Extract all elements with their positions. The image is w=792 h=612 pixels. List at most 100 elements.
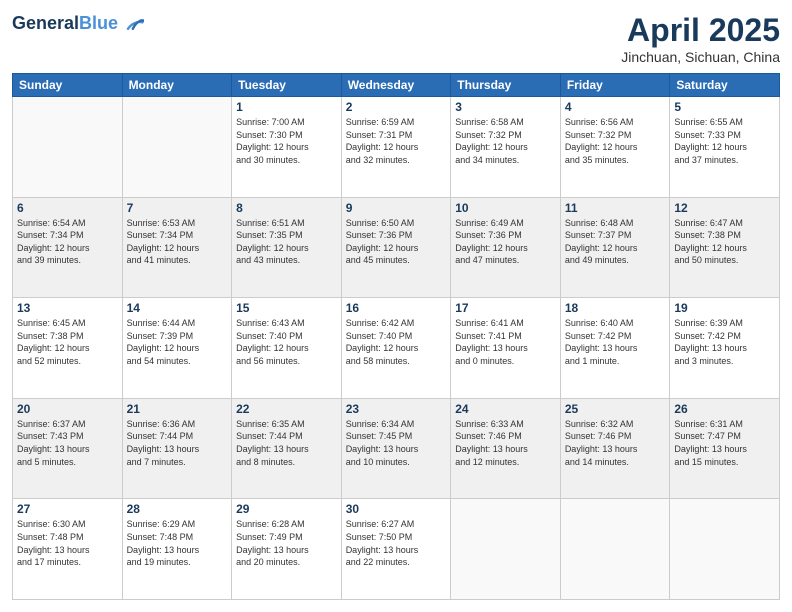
day-number: 21 [127, 402, 228, 416]
day-number: 20 [17, 402, 118, 416]
calendar-cell: 5 Sunrise: 6:55 AM Sunset: 7:33 PM Daylig… [670, 97, 780, 198]
location-subtitle: Jinchuan, Sichuan, China [621, 49, 780, 65]
calendar-cell: 3 Sunrise: 6:58 AM Sunset: 7:32 PM Daylig… [451, 97, 561, 198]
weekday-header: Friday [560, 74, 670, 97]
calendar-cell: 28 Sunrise: 6:29 AM Sunset: 7:48 PM Dayli… [122, 499, 232, 600]
day-info: Sunrise: 6:27 AM Sunset: 7:50 PM Dayligh… [346, 518, 447, 568]
calendar-cell: 8 Sunrise: 6:51 AM Sunset: 7:35 PM Daylig… [232, 197, 342, 298]
day-info: Sunrise: 6:56 AM Sunset: 7:32 PM Dayligh… [565, 116, 666, 166]
weekday-header: Tuesday [232, 74, 342, 97]
day-number: 23 [346, 402, 447, 416]
day-number: 5 [674, 100, 775, 114]
logo: GeneralBlue [12, 12, 144, 36]
day-number: 25 [565, 402, 666, 416]
calendar-cell: 21 Sunrise: 6:36 AM Sunset: 7:44 PM Dayli… [122, 398, 232, 499]
day-number: 17 [455, 301, 556, 315]
day-number: 13 [17, 301, 118, 315]
day-number: 16 [346, 301, 447, 315]
day-number: 27 [17, 502, 118, 516]
calendar-page: GeneralBlue April 2025 Jinchuan, Sichuan… [0, 0, 792, 612]
day-number: 11 [565, 201, 666, 215]
calendar-cell: 23 Sunrise: 6:34 AM Sunset: 7:45 PM Dayli… [341, 398, 451, 499]
day-info: Sunrise: 6:54 AM Sunset: 7:34 PM Dayligh… [17, 217, 118, 267]
day-info: Sunrise: 6:33 AM Sunset: 7:46 PM Dayligh… [455, 418, 556, 468]
day-info: Sunrise: 6:41 AM Sunset: 7:41 PM Dayligh… [455, 317, 556, 367]
day-info: Sunrise: 6:59 AM Sunset: 7:31 PM Dayligh… [346, 116, 447, 166]
calendar-cell: 26Sunrise: 6:31 AM Sunset: 7:47 PM Dayli… [670, 398, 780, 499]
calendar-week-row: 6Sunrise: 6:54 AM Sunset: 7:34 PM Daylig… [13, 197, 780, 298]
day-info: Sunrise: 6:58 AM Sunset: 7:32 PM Dayligh… [455, 116, 556, 166]
calendar-cell: 24 Sunrise: 6:33 AM Sunset: 7:46 PM Dayli… [451, 398, 561, 499]
day-number: 7 [127, 201, 228, 215]
day-info: Sunrise: 6:49 AM Sunset: 7:36 PM Dayligh… [455, 217, 556, 267]
day-number: 30 [346, 502, 447, 516]
calendar-cell: 22Sunrise: 6:35 AM Sunset: 7:44 PM Dayli… [232, 398, 342, 499]
logo-icon [120, 12, 144, 36]
day-info: Sunrise: 6:48 AM Sunset: 7:37 PM Dayligh… [565, 217, 666, 267]
weekday-header: Wednesday [341, 74, 451, 97]
calendar-cell: 4 Sunrise: 6:56 AM Sunset: 7:32 PM Daylig… [560, 97, 670, 198]
calendar-cell: 19Sunrise: 6:39 AM Sunset: 7:42 PM Dayli… [670, 298, 780, 399]
calendar-cell [560, 499, 670, 600]
day-info: Sunrise: 6:29 AM Sunset: 7:48 PM Dayligh… [127, 518, 228, 568]
calendar-header-row: SundayMondayTuesdayWednesdayThursdayFrid… [13, 74, 780, 97]
day-info: Sunrise: 6:55 AM Sunset: 7:33 PM Dayligh… [674, 116, 775, 166]
day-info: Sunrise: 6:51 AM Sunset: 7:35 PM Dayligh… [236, 217, 337, 267]
day-info: Sunrise: 6:43 AM Sunset: 7:40 PM Dayligh… [236, 317, 337, 367]
day-number: 1 [236, 100, 337, 114]
day-info: Sunrise: 6:28 AM Sunset: 7:49 PM Dayligh… [236, 518, 337, 568]
header: GeneralBlue April 2025 Jinchuan, Sichuan… [12, 12, 780, 65]
day-info: Sunrise: 6:45 AM Sunset: 7:38 PM Dayligh… [17, 317, 118, 367]
weekday-header: Saturday [670, 74, 780, 97]
calendar-table: SundayMondayTuesdayWednesdayThursdayFrid… [12, 73, 780, 600]
calendar-cell: 29 Sunrise: 6:28 AM Sunset: 7:49 PM Dayli… [232, 499, 342, 600]
day-number: 29 [236, 502, 337, 516]
calendar-cell: 27Sunrise: 6:30 AM Sunset: 7:48 PM Dayli… [13, 499, 123, 600]
weekday-header: Thursday [451, 74, 561, 97]
calendar-cell: 1 Sunrise: 7:00 AM Sunset: 7:30 PM Daylig… [232, 97, 342, 198]
day-info: Sunrise: 6:36 AM Sunset: 7:44 PM Dayligh… [127, 418, 228, 468]
day-number: 4 [565, 100, 666, 114]
calendar-cell: 15 Sunrise: 6:43 AM Sunset: 7:40 PM Dayli… [232, 298, 342, 399]
day-info: Sunrise: 7:00 AM Sunset: 7:30 PM Dayligh… [236, 116, 337, 166]
calendar-cell: 6Sunrise: 6:54 AM Sunset: 7:34 PM Daylig… [13, 197, 123, 298]
calendar-week-row: 27Sunrise: 6:30 AM Sunset: 7:48 PM Dayli… [13, 499, 780, 600]
day-info: Sunrise: 6:37 AM Sunset: 7:43 PM Dayligh… [17, 418, 118, 468]
day-number: 28 [127, 502, 228, 516]
calendar-cell: 13 Sunrise: 6:45 AM Sunset: 7:38 PM Dayli… [13, 298, 123, 399]
day-number: 14 [127, 301, 228, 315]
calendar-cell: 30 Sunrise: 6:27 AM Sunset: 7:50 PM Dayli… [341, 499, 451, 600]
calendar-cell: 18 Sunrise: 6:40 AM Sunset: 7:42 PM Dayli… [560, 298, 670, 399]
weekday-header: Sunday [13, 74, 123, 97]
title-block: April 2025 Jinchuan, Sichuan, China [621, 12, 780, 65]
day-number: 15 [236, 301, 337, 315]
calendar-cell: 17 Sunrise: 6:41 AM Sunset: 7:41 PM Dayli… [451, 298, 561, 399]
day-number: 3 [455, 100, 556, 114]
day-info: Sunrise: 6:34 AM Sunset: 7:45 PM Dayligh… [346, 418, 447, 468]
calendar-cell [670, 499, 780, 600]
day-number: 12 [674, 201, 775, 215]
day-info: Sunrise: 6:31 AM Sunset: 7:47 PM Dayligh… [674, 418, 775, 468]
calendar-week-row: 1 Sunrise: 7:00 AM Sunset: 7:30 PM Daylig… [13, 97, 780, 198]
calendar-cell: 14Sunrise: 6:44 AM Sunset: 7:39 PM Dayli… [122, 298, 232, 399]
calendar-cell: 9Sunrise: 6:50 AM Sunset: 7:36 PM Daylig… [341, 197, 451, 298]
month-title: April 2025 [621, 12, 780, 49]
calendar-cell: 25Sunrise: 6:32 AM Sunset: 7:46 PM Dayli… [560, 398, 670, 499]
weekday-header: Monday [122, 74, 232, 97]
day-number: 24 [455, 402, 556, 416]
day-number: 19 [674, 301, 775, 315]
day-info: Sunrise: 6:42 AM Sunset: 7:40 PM Dayligh… [346, 317, 447, 367]
day-number: 10 [455, 201, 556, 215]
calendar-cell [13, 97, 123, 198]
day-info: Sunrise: 6:40 AM Sunset: 7:42 PM Dayligh… [565, 317, 666, 367]
calendar-cell: 16 Sunrise: 6:42 AM Sunset: 7:40 PM Dayli… [341, 298, 451, 399]
day-info: Sunrise: 6:50 AM Sunset: 7:36 PM Dayligh… [346, 217, 447, 267]
calendar-cell: 20 Sunrise: 6:37 AM Sunset: 7:43 PM Dayli… [13, 398, 123, 499]
day-number: 18 [565, 301, 666, 315]
calendar-week-row: 20 Sunrise: 6:37 AM Sunset: 7:43 PM Dayli… [13, 398, 780, 499]
calendar-cell: 11 Sunrise: 6:48 AM Sunset: 7:37 PM Dayli… [560, 197, 670, 298]
day-number: 8 [236, 201, 337, 215]
day-info: Sunrise: 6:35 AM Sunset: 7:44 PM Dayligh… [236, 418, 337, 468]
day-number: 2 [346, 100, 447, 114]
calendar-cell [451, 499, 561, 600]
